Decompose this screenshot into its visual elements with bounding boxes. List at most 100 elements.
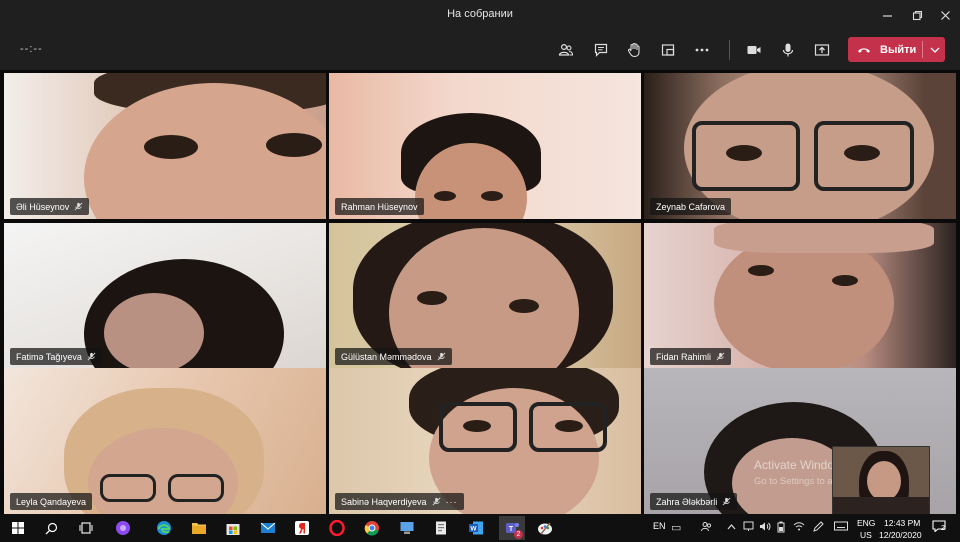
leave-button[interactable]: Выйти — [848, 37, 945, 62]
notification-count: 2 — [941, 525, 945, 532]
hang-up-icon — [848, 37, 880, 62]
title-bar: На собрании — [0, 0, 960, 30]
face-shape — [867, 461, 901, 501]
notification-center-button[interactable]: 2 — [932, 520, 946, 535]
video-tile-participant-5[interactable]: Gülüstan Məmmədova — [329, 223, 641, 369]
start-button[interactable] — [8, 518, 28, 538]
eye-shape — [844, 145, 880, 161]
leave-options-chevron-down-icon[interactable] — [925, 37, 945, 62]
glasses-shape — [100, 474, 156, 502]
svg-text:T: T — [509, 526, 514, 533]
minimize-button[interactable] — [872, 0, 902, 30]
keyboard-icon[interactable] — [834, 521, 848, 534]
eye-shape — [748, 265, 774, 276]
share-screen-button[interactable] — [809, 38, 835, 62]
participant-more-options[interactable]: ··· — [446, 497, 458, 507]
participant-nametag: Gülüstan Məmmədova — [335, 348, 452, 365]
paint-icon — [538, 522, 552, 535]
toolbar-separator — [729, 40, 730, 60]
mail-button[interactable] — [258, 518, 278, 538]
mic-muted-icon — [74, 202, 83, 211]
clock-time[interactable]: 12:43 PM — [884, 518, 920, 528]
alice-app-button[interactable] — [113, 518, 133, 538]
store-button[interactable] — [223, 518, 243, 538]
edge-icon — [157, 521, 171, 535]
language-indicator[interactable]: EN — [653, 521, 666, 531]
video-tile-participant-2[interactable]: Rahman Hüseynov — [329, 73, 641, 219]
hand-icon — [627, 42, 640, 58]
people-icon — [558, 43, 574, 56]
video-tile-participant-1[interactable]: Əli Hüseynov — [4, 73, 326, 219]
battery-icon[interactable] — [777, 521, 785, 536]
microphone-button[interactable] — [775, 38, 801, 62]
restore-icon — [912, 10, 922, 20]
video-tile-participant-7[interactable]: Leyla Qandayeva — [4, 368, 326, 514]
keyboard-tray-icon[interactable]: ▭ — [671, 521, 681, 534]
task-view-button[interactable] — [76, 518, 96, 538]
app-button-2[interactable] — [431, 518, 451, 538]
search-button[interactable] — [41, 518, 61, 538]
edge-button[interactable] — [154, 518, 174, 538]
monitor-app-icon — [400, 522, 414, 534]
paint-button[interactable] — [535, 518, 555, 538]
participant-nametag: Fatimə Tağıyeva — [10, 348, 102, 365]
forehead-shape — [104, 293, 204, 369]
video-tile-participant-6[interactable]: Fidan Rahimli — [644, 223, 956, 369]
participant-nametag: Sabinə Haqverdiyeva ··· — [335, 493, 464, 510]
chat-button[interactable] — [588, 38, 614, 62]
participant-nametag: Zahra Ələkbərli — [650, 493, 738, 510]
more-icon — [695, 48, 709, 52]
maximize-button[interactable] — [902, 0, 932, 30]
window-title: На собрании — [447, 8, 513, 20]
teams-badge: 2 — [514, 530, 523, 539]
svg-text:W: W — [470, 526, 477, 533]
word-icon: W — [469, 521, 483, 535]
self-view-video[interactable] — [832, 446, 930, 516]
word-button[interactable]: W — [466, 518, 486, 538]
input-language[interactable]: ENG — [857, 518, 875, 528]
windows-logo-icon — [12, 522, 24, 534]
participants-button[interactable] — [553, 38, 579, 62]
video-tile-participant-4[interactable]: Fatimə Tağıyeva — [4, 223, 326, 369]
store-icon — [226, 524, 240, 535]
video-tile-participant-3[interactable]: Zeynab Cafərova — [644, 73, 956, 219]
share-view-button[interactable] — [655, 38, 681, 62]
glasses-shape — [168, 474, 224, 502]
mic-muted-icon — [87, 352, 96, 361]
people-tray-icon[interactable] — [701, 521, 712, 535]
chevron-up-icon[interactable] — [727, 521, 736, 533]
video-tile-participant-8[interactable]: Sabinə Haqverdiyeva ··· — [329, 368, 641, 514]
mic-muted-icon — [437, 352, 445, 361]
participant-nametag: Leyla Qandayeva — [10, 493, 93, 510]
eye-shape — [832, 275, 858, 286]
chrome-button[interactable] — [362, 518, 382, 538]
volume-icon[interactable] — [759, 521, 771, 535]
file-explorer-button[interactable] — [189, 518, 209, 538]
eye-shape — [463, 420, 491, 432]
eye-shape — [726, 145, 762, 161]
raise-hand-button[interactable] — [621, 38, 647, 62]
close-button[interactable] — [930, 0, 960, 30]
teams-button[interactable]: T 2 — [499, 516, 525, 540]
yandex-icon — [295, 521, 309, 535]
camera-button[interactable] — [741, 38, 767, 62]
yandex-button[interactable] — [292, 518, 312, 538]
wifi-icon[interactable] — [793, 521, 805, 534]
participant-name: Fatimə Tağıyeva — [16, 351, 82, 362]
participant-name: Fidan Rahimli — [656, 351, 712, 362]
alice-icon — [116, 521, 130, 535]
windows-taskbar: W T 2 EN ▭ ENG US 12:43 PM 12/20/2020 2 — [0, 514, 960, 542]
face-shape — [714, 233, 894, 369]
network-icon[interactable] — [743, 521, 754, 535]
app-button[interactable] — [397, 518, 417, 538]
share-screen-icon — [814, 44, 830, 56]
document-app-icon — [436, 521, 446, 535]
opera-button[interactable] — [327, 518, 347, 538]
breakout-icon — [661, 44, 675, 56]
opera-icon — [329, 520, 345, 536]
minimize-icon — [882, 14, 892, 17]
participant-name: Zahra Ələkbərli — [656, 496, 718, 507]
more-actions-button[interactable] — [689, 38, 715, 62]
eye-shape — [266, 133, 322, 157]
pen-icon[interactable] — [813, 521, 824, 535]
